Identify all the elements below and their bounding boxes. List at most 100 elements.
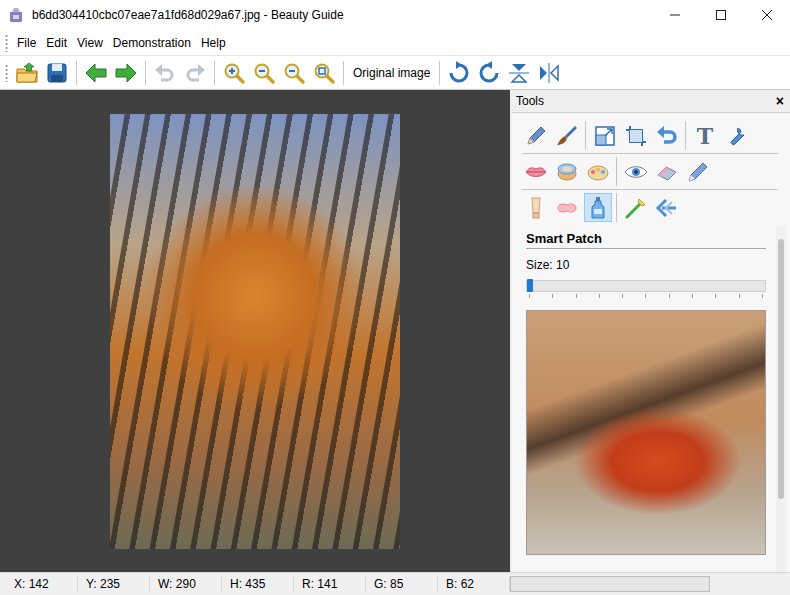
image-canvas[interactable] [0,90,510,572]
close-button[interactable] [744,0,790,30]
status-cell: X: 142 [6,577,78,591]
palette-icon [586,160,610,184]
status-cell: H: 435 [222,577,294,591]
status-cell: Y: 235 [78,577,150,591]
status-cell: W: 290 [150,577,222,591]
toolbar-button[interactable] [151,59,179,87]
minimize-icon [669,9,681,21]
toolbar-button[interactable] [445,59,473,87]
app-icon [8,7,24,23]
window-title: b6dd304410cbc07eae7a1fd68d029a67.jpg - B… [32,8,652,22]
window-controls [652,0,790,30]
tools-scrollbar[interactable] [776,225,786,572]
tool-row [522,154,778,190]
tool-group [522,157,616,186]
status-cell: G: 85 [366,577,438,591]
tool-button[interactable] [522,121,550,150]
toolbar-button[interactable] [82,59,110,87]
toolbar-button[interactable] [280,59,308,87]
toolbar-button[interactable] [43,59,71,87]
tool-button[interactable] [722,121,750,150]
toolbar-button[interactable] [250,59,278,87]
slider-tick [715,294,716,298]
slider-tick [529,294,530,298]
tool-button[interactable] [522,157,550,186]
scrollbar-thumb[interactable] [778,239,784,499]
tool-row [522,190,778,225]
toolbar-separator [439,61,440,85]
tool-button[interactable]: T [691,121,719,150]
tool-button[interactable] [553,193,581,222]
slider-tick [692,294,693,298]
wrench-icon [724,124,748,148]
tool-button[interactable] [622,121,650,150]
tool-button[interactable] [584,157,612,186]
app-window: b6dd304410cbc07eae7a1fd68d029a67.jpg - B… [0,0,790,595]
toolbar-button[interactable] [13,59,41,87]
menu-item[interactable]: Edit [41,36,72,50]
toolbar-button[interactable] [112,59,140,87]
minimize-button[interactable] [652,0,698,30]
original-image-button[interactable]: Original image [348,66,435,80]
patch-icon [555,196,579,220]
toolbar-button[interactable] [535,59,563,87]
tools-panel: Tools × T Smart PatchSize: 10 [512,90,790,572]
tool-button[interactable] [684,157,712,186]
toolbar-separator [145,61,146,85]
active-tool-title: Smart Patch [526,231,766,249]
tool-button[interactable] [653,193,681,222]
lips-icon [524,160,548,184]
menu-grip[interactable] [5,34,8,52]
slider-tick [552,294,553,298]
toolbar: Original image [0,56,790,90]
save-icon [45,61,69,85]
tool-button[interactable] [553,121,581,150]
pencil-icon [524,124,548,148]
tool-button[interactable] [553,157,581,186]
toolbar-button[interactable] [505,59,533,87]
crayon-icon [686,160,710,184]
eraser-icon [655,160,679,184]
tools-panel-title: Tools [516,94,544,108]
rotate-ccw-icon [477,61,501,85]
back-icon [84,61,108,85]
open-icon [15,61,39,85]
toolbar-separator [343,61,344,85]
tool-options: Smart PatchSize: 10 [512,225,790,572]
patch-preview[interactable] [526,310,766,555]
title-bar: b6dd304410cbc07eae7a1fd68d029a67.jpg - B… [0,0,790,30]
toolbar-button[interactable] [310,59,338,87]
tool-button[interactable] [584,193,612,222]
crop-icon [624,124,648,148]
menu-item[interactable]: Help [196,36,231,50]
tool-button[interactable] [653,121,681,150]
close-icon [761,9,773,21]
tools-panel-close-button[interactable]: × [776,94,784,108]
toolbar-button[interactable] [181,59,209,87]
slider-tick [645,294,646,298]
toolbar-button[interactable] [220,59,248,87]
status-cell: B: 62 [438,577,510,591]
slider-thumb[interactable] [527,279,533,292]
tool-row: T [522,118,778,154]
tool-button[interactable] [653,157,681,186]
tool-group [616,157,716,186]
toolbar-button[interactable] [475,59,503,87]
toolbar-separator [76,61,77,85]
tool-button[interactable] [591,121,619,150]
compact-icon [555,160,579,184]
menu-item[interactable]: File [12,36,41,50]
tool-button[interactable] [622,157,650,186]
toolbar-grip[interactable] [5,64,8,82]
menu-item[interactable]: View [72,36,108,50]
tiger-photo[interactable] [110,114,400,549]
tool-button[interactable] [522,193,550,222]
menu-item[interactable]: Demonstration [108,36,196,50]
slider-tick [762,294,763,298]
slider-ticks [526,294,766,298]
size-slider[interactable] [526,280,766,298]
maximize-button[interactable] [698,0,744,30]
undo-icon [153,61,177,85]
tool-button[interactable] [622,193,650,222]
redo-icon [183,61,207,85]
